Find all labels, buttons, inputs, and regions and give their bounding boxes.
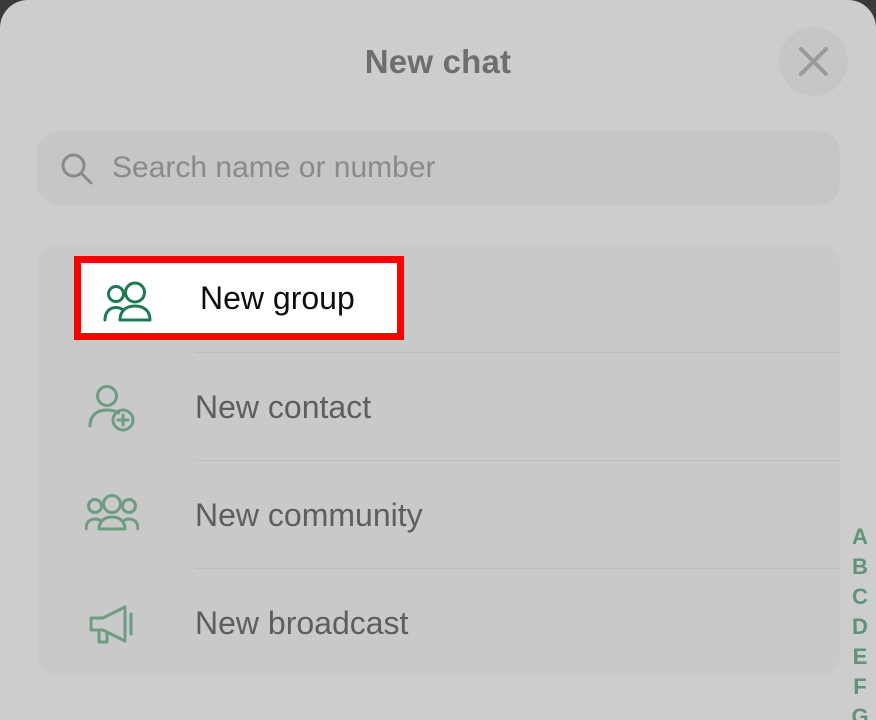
megaphone-icon — [85, 597, 139, 651]
alphabet-index-scrubber[interactable]: A B C D E F G — [848, 522, 872, 720]
new-chat-dialog: New chat Search name or number New group… — [0, 0, 876, 720]
alphabet-index-letter[interactable]: G — [848, 702, 872, 720]
page-title: New chat — [364, 43, 512, 80]
close-button[interactable] — [779, 27, 848, 96]
alphabet-index-letter[interactable]: A — [848, 522, 872, 552]
list-item-new-broadcast[interactable]: New broadcast — [37, 569, 840, 677]
list-item-label: New group — [195, 281, 350, 317]
three-people-icon — [84, 489, 140, 543]
list-item-new-group[interactable]: New group — [37, 245, 840, 353]
new-chat-action-list: New group New contact New community New … — [37, 245, 840, 675]
search-input[interactable]: Search name or number — [37, 131, 840, 205]
alphabet-index-letter[interactable]: D — [848, 612, 872, 642]
list-item-label: New broadcast — [195, 605, 409, 641]
dialog-header: New chat — [0, 0, 876, 120]
list-item-label: New contact — [195, 389, 372, 425]
list-item-label: New community — [195, 497, 423, 533]
alphabet-index-letter[interactable]: E — [848, 642, 872, 672]
alphabet-index-letter[interactable]: B — [848, 552, 872, 582]
search-placeholder: Search name or number — [112, 151, 436, 184]
two-people-icon — [85, 273, 139, 327]
person-plus-icon — [85, 381, 139, 435]
alphabet-index-letter[interactable]: F — [848, 672, 872, 702]
alphabet-index-letter[interactable]: C — [848, 582, 872, 612]
list-item-new-community[interactable]: New community — [37, 461, 840, 569]
search-icon — [59, 151, 95, 192]
list-item-new-contact[interactable]: New contact — [37, 353, 840, 461]
screen: New chat Search name or number New group… — [0, 0, 876, 720]
